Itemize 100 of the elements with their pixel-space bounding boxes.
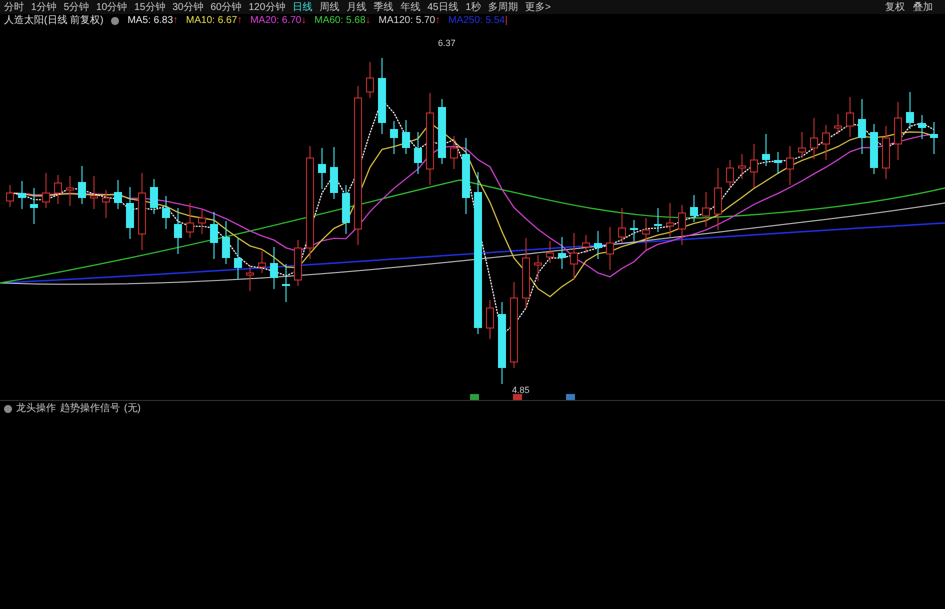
toolbar-button[interactable]: 复权 bbox=[885, 2, 905, 14]
period-tab[interactable]: 更多> bbox=[525, 2, 551, 14]
period-tab[interactable]: 月线 bbox=[346, 2, 366, 14]
candlestick bbox=[282, 264, 290, 302]
candlestick bbox=[858, 98, 866, 154]
candlestick bbox=[522, 238, 530, 310]
candlestick bbox=[810, 118, 818, 160]
trend-arrow: ↑ bbox=[435, 16, 440, 26]
candlestick bbox=[210, 212, 218, 260]
candlestick bbox=[342, 184, 350, 234]
candlestick bbox=[606, 226, 614, 270]
candlestick bbox=[90, 176, 98, 210]
period-tab[interactable]: 季线 bbox=[373, 2, 394, 14]
indicator-value: MA20: 6.70 bbox=[250, 16, 302, 26]
candlestick bbox=[270, 246, 278, 290]
period-tab[interactable]: 年线 bbox=[400, 2, 420, 14]
candlestick bbox=[834, 114, 842, 134]
candlestick bbox=[150, 178, 158, 214]
candlestick bbox=[594, 230, 602, 260]
period-tab[interactable]: 60分钟 bbox=[210, 2, 242, 14]
period-tab[interactable]: 多周期 bbox=[488, 2, 518, 14]
period-tab[interactable]: 周线 bbox=[319, 2, 340, 14]
candlestick bbox=[546, 240, 554, 264]
candlestick bbox=[174, 208, 182, 254]
chart-title: 人造太阳(日线 前复权) bbox=[4, 16, 104, 26]
candlestick bbox=[654, 208, 662, 232]
candlestick bbox=[702, 192, 710, 228]
candlestick bbox=[666, 202, 674, 238]
candlestick bbox=[846, 96, 854, 138]
period-tab[interactable]: 分时 bbox=[4, 2, 24, 14]
trend-arrow: | bbox=[504, 16, 508, 26]
candlestick bbox=[882, 126, 890, 180]
candlestick bbox=[618, 208, 626, 244]
candlestick bbox=[318, 148, 326, 190]
candlestick bbox=[582, 234, 590, 254]
candlestick bbox=[690, 194, 698, 222]
period-tab[interactable]: 120分钟 bbox=[248, 2, 286, 14]
candlestick bbox=[762, 134, 770, 166]
candlestick bbox=[750, 144, 758, 188]
candlestick bbox=[366, 62, 374, 98]
candlestick bbox=[30, 188, 38, 224]
candlestick bbox=[450, 136, 458, 170]
candlestick bbox=[126, 186, 134, 240]
indicator-value: MA10: 6.67 bbox=[186, 16, 238, 26]
candlestick bbox=[738, 154, 746, 180]
period-tab[interactable]: 10分钟 bbox=[96, 2, 128, 14]
trend-arrow: ↑ bbox=[237, 16, 242, 26]
candlestick bbox=[798, 132, 806, 158]
candlestick bbox=[6, 184, 14, 208]
candlestick bbox=[18, 180, 26, 210]
candlestick bbox=[906, 92, 914, 130]
candlestick bbox=[630, 220, 638, 242]
candlestick bbox=[414, 132, 422, 174]
candlestick bbox=[234, 238, 242, 280]
period-tab[interactable]: 1秒 bbox=[465, 2, 481, 14]
indicator-value: MA250: 5.54 bbox=[448, 16, 505, 26]
candlestick bbox=[786, 146, 794, 186]
period-tab[interactable]: 1分钟 bbox=[31, 2, 57, 14]
candlestick bbox=[558, 236, 566, 270]
candlestick bbox=[330, 146, 338, 200]
high-price-label: 6.37 bbox=[438, 38, 456, 48]
candlestick bbox=[678, 204, 686, 246]
candlestick bbox=[402, 120, 410, 154]
period-tab[interactable]: 30分钟 bbox=[172, 2, 204, 14]
low-price-label: 4.85 bbox=[512, 385, 530, 395]
panel-subtitle: 趋势操作信号 bbox=[60, 404, 120, 414]
period-tab[interactable]: 日线 bbox=[292, 2, 312, 14]
toolbar-button[interactable]: 叠加 bbox=[913, 2, 933, 14]
candlestick bbox=[258, 250, 266, 274]
indicator-value: MA5: 6.83 bbox=[127, 16, 174, 26]
panel-title: 龙头操作 bbox=[16, 404, 56, 414]
candlestick bbox=[246, 264, 254, 292]
trend-arrow: ↓ bbox=[366, 16, 371, 26]
candlestick bbox=[66, 176, 74, 206]
period-tab[interactable]: 5分钟 bbox=[64, 2, 90, 14]
candlestick bbox=[54, 174, 62, 204]
indicator-value: MA60: 5.68 bbox=[314, 16, 366, 26]
candlestick bbox=[162, 196, 170, 230]
period-tab[interactable]: 45日线 bbox=[427, 2, 458, 14]
candlestick bbox=[222, 220, 230, 264]
candlestick bbox=[198, 210, 206, 234]
candlestick bbox=[918, 114, 926, 140]
candlestick bbox=[870, 124, 878, 174]
candlestick bbox=[42, 172, 50, 208]
trend-arrow: ↓ bbox=[301, 16, 306, 26]
candlestick bbox=[930, 122, 938, 154]
panel-value: (无) bbox=[124, 404, 141, 414]
candlestick bbox=[114, 180, 122, 210]
candlestick bbox=[726, 160, 734, 188]
candlestick bbox=[486, 300, 494, 340]
trend-arrow: ↑ bbox=[173, 16, 178, 26]
candlestick bbox=[822, 124, 830, 160]
candlestick bbox=[534, 254, 542, 282]
indicator-value: MA120: 5.70 bbox=[378, 16, 436, 26]
candlestick bbox=[294, 240, 302, 286]
candlestick bbox=[642, 218, 650, 250]
period-tab[interactable]: 15分钟 bbox=[134, 2, 166, 14]
candlestick bbox=[390, 120, 398, 154]
candlestick bbox=[102, 190, 110, 218]
candlestick bbox=[78, 166, 86, 204]
